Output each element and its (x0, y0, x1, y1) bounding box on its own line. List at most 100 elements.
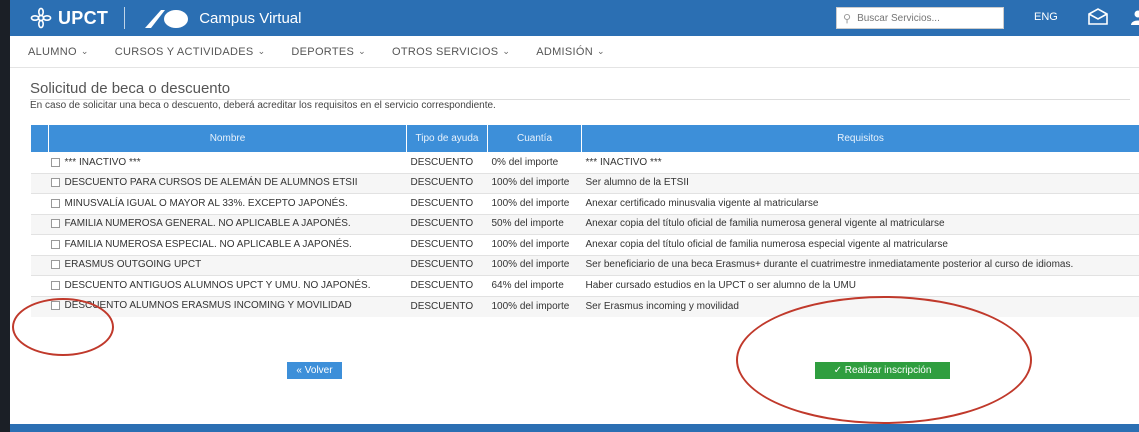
cell-tipo: DESCUENTO (406, 213, 488, 235)
cell-cuantia: 100% del importe (487, 172, 582, 194)
row-select-cell (30, 193, 49, 214)
nombre-text: ERASMUS OUTGOING UPCT (64, 259, 202, 271)
column-header-requisitos[interactable]: Requisitos (581, 124, 1139, 153)
page-title: Solicitud de beca o descuento (30, 80, 1130, 100)
cell-cuantia: 100% del importe (487, 295, 582, 317)
row-checkbox[interactable] (50, 157, 60, 167)
row-select-cell (30, 213, 49, 235)
brand-name: UPCT (58, 7, 109, 28)
mail-icon[interactable] (1087, 8, 1109, 26)
row-checkbox[interactable] (50, 239, 60, 249)
cell-requisitos: Anexar certificado minusvalia vigente al… (581, 193, 1139, 214)
cell-requisitos: Anexar copia del título oficial de famil… (581, 213, 1139, 235)
row-checkbox[interactable] (50, 219, 60, 229)
row-select-cell (30, 275, 49, 296)
window-edge (0, 0, 10, 432)
table-row[interactable]: ERASMUS OUTGOING UPCT DESCUENTO 100% del i… (30, 254, 1139, 276)
cell-tipo: DESCUENTO (406, 152, 488, 173)
table-row[interactable]: *** INACTIVO *** DESCUENTO 0% del importe *… (30, 152, 1139, 173)
row-select-cell (30, 152, 49, 173)
cell-nombre: DESCUENTO ALUMNOS ERASMUS INCOMING Y MOV… (48, 295, 407, 317)
cell-nombre: MINUSVALÍA IGUAL O MAYOR AL 33%. EXCEPTO… (48, 193, 407, 214)
campus-virtual-logo-icon (145, 10, 189, 28)
chevron-down-icon: ⌄ (597, 46, 605, 56)
nombre-text: DESCUENTO PARA CURSOS DE ALEMÁN DE ALUMN… (64, 177, 358, 189)
cell-cuantia: 100% del importe (487, 234, 582, 255)
cell-cuantia: 100% del importe (487, 254, 582, 276)
nav-cursos-actividades[interactable]: CURSOS Y ACTIVIDADES ⌄ (115, 46, 266, 58)
language-switch[interactable]: ENG (1034, 11, 1058, 23)
nombre-text: FAMILIA NUMEROSA GENERAL. NO APLICABLE A… (64, 218, 351, 230)
footer-bar (10, 424, 1139, 432)
nombre-text: *** INACTIVO *** (64, 156, 141, 168)
nav-admision[interactable]: ADMISIÓN ⌄ (536, 46, 605, 58)
row-select-cell (30, 295, 49, 317)
cell-cuantia: 0% del importe (487, 152, 582, 173)
column-header-tipo[interactable]: Tipo de ayuda (406, 124, 488, 153)
row-checkbox[interactable] (50, 260, 60, 270)
cell-requisitos: Haber cursado estudios en la UPCT o ser … (581, 275, 1139, 296)
row-select-cell (30, 254, 49, 276)
top-header: UPCT Campus Virtual ⚲ ENG (10, 0, 1139, 36)
table-row[interactable]: MINUSVALÍA IGUAL O MAYOR AL 33%. EXCEPTO… (30, 193, 1139, 214)
cell-tipo: DESCUENTO (406, 234, 488, 255)
table-row[interactable]: FAMILIA NUMEROSA ESPECIAL. NO APLICABLE … (30, 234, 1139, 255)
header-divider (124, 7, 126, 29)
row-checkbox[interactable] (50, 178, 60, 188)
nombre-text: DESCUENTO ALUMNOS ERASMUS INCOMING Y MOV… (64, 300, 352, 312)
upct-logo[interactable]: UPCT (30, 7, 108, 29)
intro-text: En caso de solicitar una beca o descuent… (30, 100, 496, 111)
cell-requisitos: Ser alumno de la ETSII (581, 172, 1139, 194)
cell-tipo: DESCUENTO (406, 193, 488, 214)
table-row[interactable]: DESCUENTO ALUMNOS ERASMUS INCOMING Y MOV… (30, 295, 1139, 317)
cell-nombre: ERASMUS OUTGOING UPCT (48, 254, 407, 276)
table-header-row: Nombre Tipo de ayuda Cuantía Requisitos (30, 124, 1139, 153)
cell-tipo: DESCUENTO (406, 295, 488, 317)
row-select-cell (30, 234, 49, 255)
chevron-down-icon: ⌄ (502, 46, 511, 56)
cell-requisitos: Ser beneficiario de una beca Erasmus+ du… (581, 254, 1139, 276)
cell-tipo: DESCUENTO (406, 275, 488, 296)
row-checkbox[interactable] (50, 280, 60, 290)
page: UPCT Campus Virtual ⚲ ENG ALUMNO⌄ CURSOS… (0, 0, 1139, 432)
nav-otros-servicios[interactable]: OTROS SERVICIOS ⌄ (392, 46, 510, 58)
main-nav: ALUMNO ⌄ CURSOS Y ACTIVIDADES ⌄ DEPORTES ⌄ … (10, 36, 1139, 68)
realizar-inscripcion-button[interactable]: ✓ Realizar inscripción (815, 362, 950, 379)
row-select-cell (30, 172, 49, 194)
table-row[interactable]: FAMILIA NUMEROSA GENERAL. NO APLICABLE A… (30, 213, 1139, 235)
cell-cuantia: 100% del importe (487, 193, 582, 214)
table-row[interactable]: DESCUENTO ANTIGUOS ALUMNOS UPCT Y UMU. N… (30, 275, 1139, 296)
column-header-nombre[interactable]: Nombre (48, 124, 407, 153)
nav-label: ALUMNO (28, 45, 77, 58)
cell-nombre: DESCUENTO ANTIGUOS ALUMNOS UPCT Y UMU. N… (48, 275, 407, 296)
search-icon: ⚲ (843, 12, 852, 25)
search-input[interactable] (857, 12, 988, 24)
nombre-text: DESCUENTO ANTIGUOS ALUMNOS UPCT Y UMU. N… (64, 279, 371, 291)
select-column-header (30, 124, 49, 153)
cell-requisitos: Anexar copia del título oficial de famil… (581, 234, 1139, 255)
flower-logo-icon (30, 7, 52, 29)
nav-alumno[interactable]: ALUMNO ⌄ (28, 46, 89, 58)
cell-nombre: FAMILIA NUMEROSA GENERAL. NO APLICABLE A… (48, 213, 407, 235)
row-checkbox[interactable] (50, 198, 60, 208)
chevron-down-icon: ⌄ (358, 46, 366, 56)
volver-button[interactable]: « Volver (287, 362, 342, 379)
chevron-down-icon: ⌄ (257, 46, 266, 56)
user-icon[interactable] (1129, 9, 1139, 25)
cell-nombre: FAMILIA NUMEROSA ESPECIAL. NO APLICABLE … (48, 234, 407, 255)
nombre-text: FAMILIA NUMEROSA ESPECIAL. NO APLICABLE … (64, 238, 352, 250)
nombre-text: MINUSVALÍA IGUAL O MAYOR AL 33%. EXCEPTO… (64, 197, 348, 209)
cell-cuantia: 64% del importe (487, 275, 582, 296)
cell-cuantia: 50% del importe (487, 213, 582, 235)
nav-label: CURSOS Y ACTIVIDADES (114, 45, 254, 58)
column-header-cuantia[interactable]: Cuantía (487, 124, 582, 153)
becas-table: Nombre Tipo de ayuda Cuantía Requisitos … (30, 124, 1139, 317)
search-box[interactable]: ⚲ (836, 7, 1004, 29)
cell-nombre: *** INACTIVO *** (48, 152, 407, 173)
chevron-down-icon: ⌄ (80, 46, 89, 56)
table-row[interactable]: DESCUENTO PARA CURSOS DE ALEMÁN DE ALUMN… (30, 172, 1139, 194)
row-checkbox[interactable] (50, 301, 60, 311)
nav-deportes[interactable]: DEPORTES ⌄ (291, 46, 366, 58)
cell-nombre: DESCUENTO PARA CURSOS DE ALEMÁN DE ALUMN… (48, 172, 407, 194)
app-title[interactable]: Campus Virtual (199, 10, 301, 27)
